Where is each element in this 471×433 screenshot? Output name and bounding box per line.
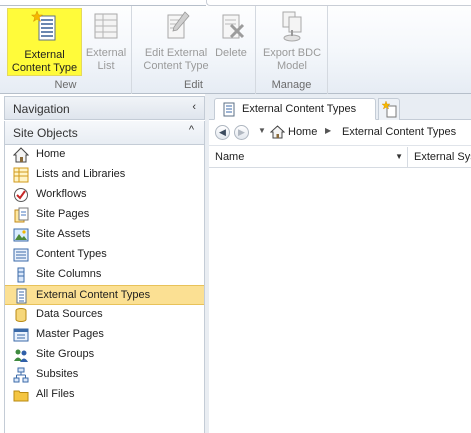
nav-item-home[interactable]: Home [5,145,204,165]
edit-external-content-type-button[interactable]: Edit External Content Type [138,8,214,76]
group-label-edit: Edit [184,79,203,91]
external-content-types-icon [16,288,27,304]
nav-item-label: All Files [36,388,75,400]
new-tab-icon [381,100,397,118]
breadcrumb-separator-icon[interactable]: ▶ [325,126,331,135]
back-button[interactable]: ◀ [215,125,230,140]
breadcrumb-home-link[interactable]: Home [288,126,317,138]
breadcrumb-current[interactable]: External Content Types [342,126,456,138]
column-filter-dropdown-icon[interactable]: ▼ [395,152,403,161]
workflow-icon [14,188,28,202]
button-label-line2: Content Type [143,60,209,72]
nav-item-site-assets[interactable]: Site Assets [5,225,204,245]
new-external-content-type-button[interactable]: External Content Type [7,8,82,76]
external-content-types-icon [223,102,235,117]
button-label-line1: Export BDC [262,47,322,59]
site-columns-icon [17,267,25,283]
lists-icon [13,167,29,183]
external-list-icon [94,13,118,39]
button-label-line2: Model [277,60,307,72]
edit-icon [167,11,190,39]
button-label-line1: External [85,47,127,59]
nav-item-all-files[interactable]: All Files [5,385,204,405]
site-groups-icon [14,349,28,362]
nav-item-master-pages[interactable]: Master Pages [5,325,204,345]
home-icon[interactable] [270,125,285,139]
history-dropdown-icon[interactable]: ▼ [258,126,266,135]
nav-item-label: Site Groups [36,348,95,360]
nav-item-label: Site Pages [36,208,90,220]
nav-item-label: Workflows [36,188,87,200]
new-tab-button[interactable] [378,98,400,120]
nav-item-subsites[interactable]: Subsites [5,365,204,385]
column-header-label: External Sys [414,151,471,163]
site-objects-list: Home Lists and Libraries Workflows Site … [4,145,205,433]
external-content-type-icon [30,10,55,41]
nav-item-label: Subsites [36,368,79,380]
group-label-manage: Manage [271,79,312,91]
navigation-title: Navigation [13,102,70,116]
forward-button[interactable]: ▶ [234,125,249,140]
tab-label: External Content Types [242,103,357,115]
button-label-line2: List [97,60,115,72]
nav-item-site-columns[interactable]: Site Columns [5,265,204,285]
content-types-icon [13,248,29,262]
document-tab-strip: External Content Types [209,94,471,120]
delete-button[interactable]: Delete [212,8,250,76]
ribbon: External Content Type External List New [0,0,471,94]
site-objects-header[interactable]: Site Objects ^ [4,121,205,145]
nav-item-label: Content Types [36,248,107,260]
tab-external-content-types[interactable]: External Content Types [214,98,376,120]
delete-icon [222,14,245,39]
button-label-line1: Delete [215,47,247,59]
column-header-name[interactable]: Name ▼ [209,147,408,168]
nav-item-data-sources[interactable]: Data Sources [5,305,204,325]
button-label-line1: Edit External [144,47,208,59]
chevron-up-icon[interactable]: ^ [189,124,194,136]
nav-item-label: Home [36,148,66,160]
folder-icon [13,390,29,402]
list-content-area [209,168,471,433]
subsites-icon [13,367,29,383]
site-pages-icon [14,207,29,223]
collapse-pane-icon[interactable]: ‹ [192,101,196,113]
nav-item-label: Lists and Libraries [36,168,126,180]
nav-item-external-content-types[interactable]: External Content Types [5,285,204,305]
export-icon [282,11,302,42]
nav-item-label: External Content Types [36,289,151,301]
nav-item-label: Data Sources [36,308,103,320]
nav-item-workflows[interactable]: Workflows [5,185,204,205]
breadcrumb: ◀ ▶ ▼ Home ▶ External Content Types [209,120,471,146]
nav-item-label: Site Columns [36,268,102,280]
group-label-new: New [54,79,77,91]
nav-item-lists-and-libraries[interactable]: Lists and Libraries [5,165,204,185]
master-pages-icon [13,328,29,342]
column-header-external-system[interactable]: External Sys [408,147,471,168]
ribbon-group-manage: Export BDC Model Manage [256,6,328,94]
nav-item-site-pages[interactable]: Site Pages [5,205,204,225]
ribbon-group-new: External Content Type External List New [0,6,132,94]
nav-item-label: Site Assets [36,228,91,240]
button-label-line2: Content Type [11,62,78,74]
column-header-label: Name [215,151,245,163]
ribbon-group-edit: Edit External Content Type Delete Edit [132,6,256,94]
button-label-line1: External [24,49,65,61]
list-column-headers: Name ▼ External Sys [209,147,471,168]
new-external-list-button[interactable]: External List [84,8,128,76]
nav-item-site-groups[interactable]: Site Groups [5,345,204,365]
export-bdc-model-button[interactable]: Export BDC Model [260,8,324,76]
nav-item-label: Master Pages [36,328,104,340]
data-sources-icon [15,308,27,322]
site-objects-title: Site Objects [13,126,78,140]
site-assets-icon [13,228,29,242]
home-icon [13,147,29,163]
nav-item-content-types[interactable]: Content Types [5,245,204,265]
navigation-header[interactable]: Navigation ‹ [4,96,205,120]
